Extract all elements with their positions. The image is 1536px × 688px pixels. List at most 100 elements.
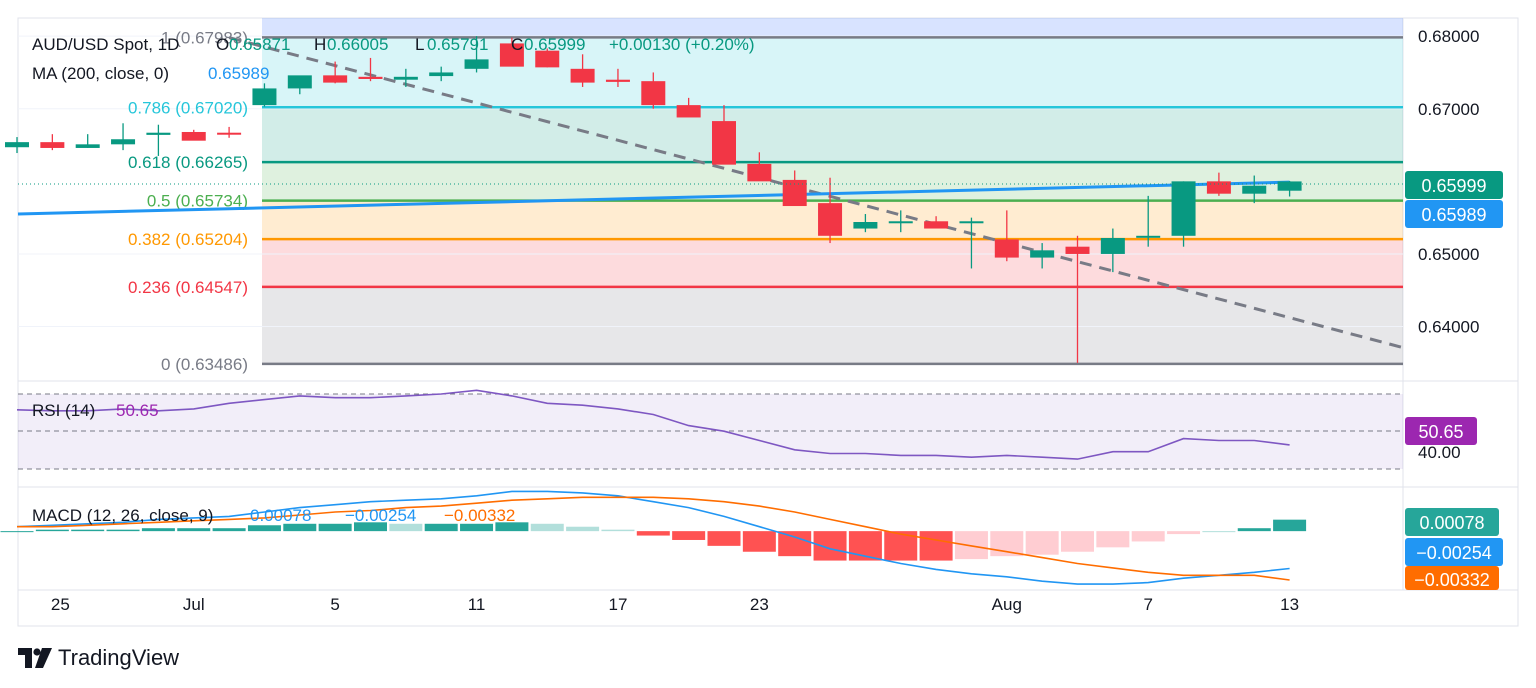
change-value: +0.00130 (+0.20%) bbox=[609, 35, 755, 54]
macd-histogram-bar bbox=[141, 528, 175, 532]
candle-down bbox=[641, 81, 666, 106]
time-axis-label: 17 bbox=[608, 595, 627, 614]
candle-down bbox=[818, 203, 843, 236]
low-value: 0.65791 bbox=[427, 35, 488, 54]
candle-up bbox=[429, 72, 454, 77]
macd-histogram-bar bbox=[1025, 531, 1059, 555]
close-value: 0.65999 bbox=[524, 35, 585, 54]
macd-histogram-bar bbox=[177, 528, 211, 532]
candle-up bbox=[393, 76, 418, 80]
macd-legend-hist: −0.00332 bbox=[444, 506, 515, 525]
low-label: L bbox=[415, 35, 424, 54]
close-label: C bbox=[511, 35, 523, 54]
time-axis-label: Aug bbox=[992, 595, 1022, 614]
candle-up bbox=[146, 132, 171, 135]
macd-histogram-bar bbox=[0, 531, 34, 533]
ma-legend-label: MA (200, close, 0) bbox=[32, 64, 169, 83]
price-axis-label: 0.67000 bbox=[1418, 100, 1479, 119]
candle-up bbox=[464, 59, 489, 69]
candle-down bbox=[217, 132, 242, 135]
macd-histogram-bar bbox=[247, 525, 281, 532]
rsi-axis-tick: 40.00 bbox=[1418, 443, 1461, 462]
macd-histogram-bar bbox=[1061, 531, 1094, 552]
tradingview-logo-icon bbox=[18, 648, 52, 668]
time-axis-label: 25 bbox=[51, 595, 70, 614]
time-axis-label: Jul bbox=[183, 595, 205, 614]
candle-down bbox=[570, 68, 595, 83]
price-axis-label: 0.64000 bbox=[1418, 318, 1479, 337]
macd-histogram-bar bbox=[1131, 531, 1165, 542]
macd-histogram-bar bbox=[707, 531, 741, 546]
fib-zones bbox=[262, 18, 1403, 364]
chart-canvas: 1 (0.67983)0.786 (0.67020)0.618 (0.66265… bbox=[0, 17, 1519, 627]
tradingview-logo-text: TradingView bbox=[58, 645, 180, 670]
candle-up bbox=[959, 221, 984, 224]
tradingview-logo[interactable]: TradingView bbox=[18, 644, 179, 672]
candle-up bbox=[1171, 181, 1196, 236]
candle-down bbox=[676, 105, 701, 118]
macd-legend-value: 0.00078 bbox=[250, 506, 311, 525]
macd-histogram-bar bbox=[1237, 528, 1271, 532]
candle-down bbox=[358, 76, 383, 79]
candle-down bbox=[747, 163, 772, 182]
macd-histogram-bar bbox=[636, 531, 670, 536]
macd-histogram-bar bbox=[1202, 531, 1236, 533]
candle-up bbox=[111, 139, 136, 145]
macd-histogram-bar bbox=[601, 529, 635, 532]
fib-level-label: 0.236 (0.64547) bbox=[128, 278, 248, 297]
symbol-title: AUD/USD Spot, 1D bbox=[32, 35, 179, 54]
price-axis-label: 0.65000 bbox=[1418, 245, 1479, 264]
price-axis-label: 0.68000 bbox=[1418, 27, 1479, 46]
macd-histogram-bar bbox=[1273, 519, 1307, 532]
candle-up bbox=[888, 221, 913, 224]
macd-histogram-bar bbox=[1096, 531, 1130, 548]
macd-legend-label: MACD (12, 26, close, 9) bbox=[32, 506, 213, 525]
candle-down bbox=[1206, 181, 1231, 194]
macd-histogram-bar bbox=[742, 531, 776, 552]
candle-down bbox=[605, 79, 630, 82]
macd-histogram-bar bbox=[530, 523, 564, 532]
rsi-badge-text: 50.65 bbox=[1418, 422, 1463, 442]
fib-level-label: 0 (0.63486) bbox=[161, 355, 248, 374]
ma-legend-value: 0.65989 bbox=[208, 64, 269, 83]
hist-badge-text: −0.00332 bbox=[1414, 570, 1490, 590]
high-value: 0.66005 bbox=[327, 35, 388, 54]
macd-histogram-bar bbox=[1167, 531, 1201, 535]
candle-up bbox=[1100, 237, 1125, 254]
fib-level-label: 0.786 (0.67020) bbox=[128, 98, 248, 117]
signal-badge-text: −0.00254 bbox=[1416, 543, 1492, 563]
time-axis-label: 7 bbox=[1143, 595, 1152, 614]
candle-down bbox=[712, 121, 736, 165]
candle-down bbox=[924, 221, 949, 229]
fib-level-label: 0.382 (0.65204) bbox=[128, 230, 248, 249]
macd-histogram-bar bbox=[212, 528, 246, 532]
macd-histogram-bar bbox=[106, 529, 140, 532]
candle-up bbox=[1030, 250, 1055, 258]
candle-up bbox=[1242, 185, 1267, 194]
candle-up bbox=[287, 75, 312, 89]
fib-zone bbox=[262, 286, 1403, 364]
candle-down bbox=[1065, 246, 1090, 254]
ma-price-badge-text: 0.65989 bbox=[1421, 205, 1486, 225]
time-axis-label: 5 bbox=[330, 595, 339, 614]
time-axis-label: 11 bbox=[468, 595, 486, 614]
high-label: H bbox=[314, 35, 326, 54]
candle-up bbox=[1277, 181, 1302, 191]
fib-level-label: 0.618 (0.66265) bbox=[128, 153, 248, 172]
time-axis[interactable]: 25 Jul 5 11 17 23 Aug 7 13 bbox=[51, 595, 1299, 614]
candle-down bbox=[40, 142, 65, 148]
fib-zone bbox=[262, 239, 1403, 287]
macd-histogram-bar bbox=[71, 529, 105, 532]
rsi-legend-value: 50.65 bbox=[116, 401, 159, 420]
macd-histogram-bar bbox=[778, 531, 812, 557]
candle-up bbox=[252, 88, 277, 106]
candle-down bbox=[994, 239, 1019, 258]
fib-zone bbox=[262, 107, 1403, 163]
macd-histogram-bar bbox=[672, 531, 706, 540]
open-label: O bbox=[216, 35, 229, 54]
candle-down bbox=[323, 75, 348, 83]
rsi-legend-label: RSI (14) bbox=[32, 401, 95, 420]
macd-badge-text: 0.00078 bbox=[1419, 513, 1484, 533]
time-axis-label: 13 bbox=[1280, 595, 1299, 614]
macd-histogram-bar bbox=[566, 526, 600, 532]
